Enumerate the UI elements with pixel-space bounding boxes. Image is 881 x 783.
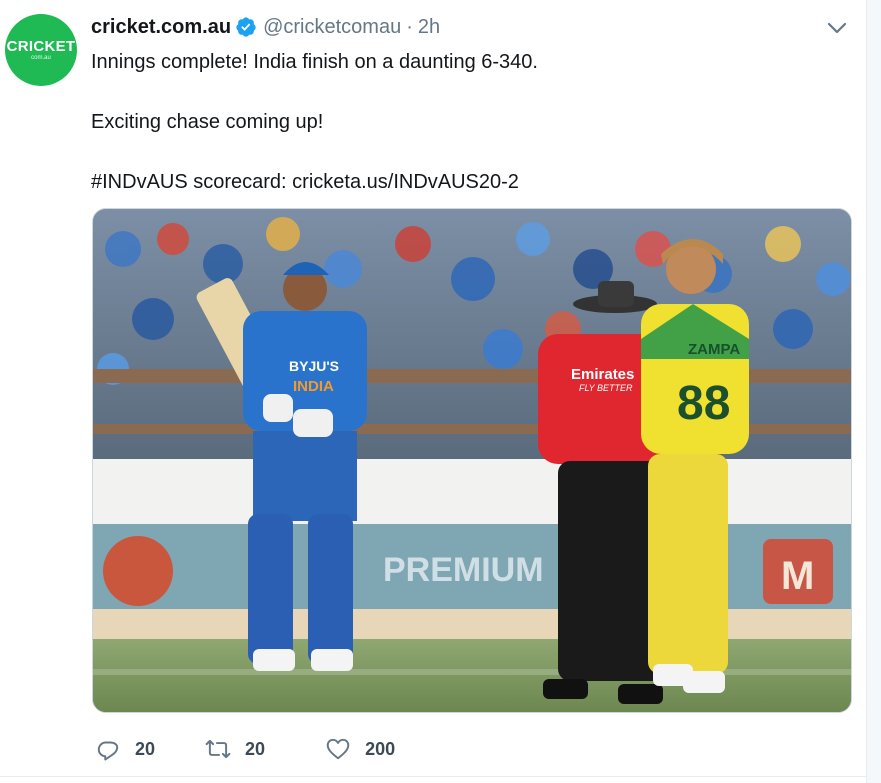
retweet-icon [205, 739, 231, 759]
reply-icon [97, 741, 119, 761]
verified-badge-icon [235, 16, 257, 38]
timestamp[interactable]: 2h [418, 16, 440, 39]
umpire-sponsor: Emirates [571, 366, 634, 383]
tweet-actions: 20 20 200 [95, 736, 395, 762]
fielder-number: 88 [677, 377, 730, 430]
chevron-down-icon[interactable] [826, 20, 848, 36]
like-button[interactable]: 200 [325, 736, 395, 762]
handle[interactable]: @cricketcomau [263, 16, 401, 39]
umpire-sponsor-sub: FLY BETTER [579, 383, 633, 393]
tweet-header: cricket.com.au @cricketcomau · 2h [91, 15, 440, 39]
tweet-photo[interactable]: PREMIUM M BYJU'S INDIA Emirates FLY BETT… [92, 208, 852, 713]
board-text: PREMIUM [383, 551, 544, 589]
retweet-count: 20 [245, 738, 266, 759]
avatar-logo-subtext: com.au [31, 54, 51, 61]
reply-button[interactable]: 20 [95, 736, 155, 762]
reply-count: 20 [135, 738, 156, 759]
avatar-logo-text: CRICKET [6, 37, 76, 55]
scrollbar-track[interactable] [867, 0, 881, 783]
retweet-button[interactable]: 20 [205, 736, 265, 762]
board-letter: M [781, 554, 814, 598]
tweet-line-2: Exciting chase coming up! [91, 111, 324, 133]
fielder-name: ZAMPA [688, 341, 740, 358]
separator-dot: · [406, 15, 413, 38]
avatar[interactable]: CRICKET com.au [5, 14, 77, 86]
tweet-divider [0, 776, 866, 777]
batter-team: INDIA [293, 378, 334, 395]
tweet-text: Innings complete! India finish on a daun… [91, 47, 831, 197]
display-name[interactable]: cricket.com.au [91, 16, 231, 39]
tweet-line-1: Innings complete! India finish on a daun… [91, 51, 538, 73]
board-circle-logo [103, 536, 173, 606]
like-count: 200 [365, 738, 396, 759]
like-icon [326, 738, 350, 760]
tweet-line-3[interactable]: #INDvAUS scorecard: cricketa.us/INDvAUS2… [91, 167, 831, 197]
batter-sponsor: BYJU'S [289, 358, 339, 374]
